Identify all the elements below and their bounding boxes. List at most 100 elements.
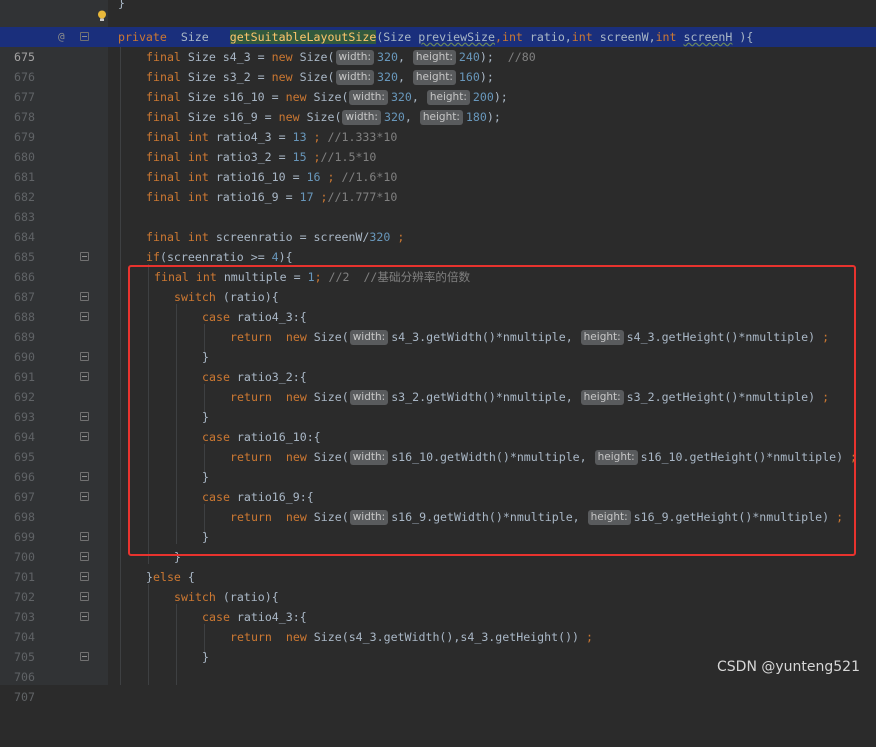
code-line[interactable]: 685 final int screenratio = screenW/320 … (0, 227, 876, 264)
fold-icon[interactable] (80, 292, 89, 301)
code-line[interactable]: 692 case ratio3_2:{ (0, 367, 876, 404)
code-text: final Size s16_9 = new Size(width: 320, h… (146, 110, 501, 125)
code-text: case ratio16_9:{ (202, 490, 314, 504)
param-hint: width: (335, 70, 374, 85)
code-line[interactable]: 704 case ratio4_3:{ (0, 607, 876, 644)
line-number: 707 (14, 690, 35, 704)
code-line[interactable]: 681 final int ratio3_2 = 15 ;//1.5*10 (0, 147, 876, 184)
param-hint: width: (335, 50, 374, 65)
param-hint: height: (419, 110, 463, 125)
param-hint: width: (349, 450, 389, 465)
code-line[interactable]: 676 final Size s4_3 = new Size(width: 320… (0, 47, 876, 84)
code-line[interactable]: 694 } (0, 407, 876, 444)
code-line[interactable]: 691 } (0, 347, 876, 384)
code-text: final Size s16_10 = new Size(width: 320, … (146, 90, 508, 105)
param-hint: height: (412, 50, 456, 65)
code-line[interactable]: 695 case ratio16_10:{ (0, 427, 876, 464)
fold-icon[interactable] (80, 252, 89, 261)
code-text: } (202, 350, 209, 364)
code-text: final int screenratio = screenW/320 ; (146, 230, 405, 244)
code-text: final int ratio3_2 = 15 ;//1.5*10 (146, 150, 377, 164)
code-line[interactable]: 697 } (0, 467, 876, 504)
param-hint: height: (426, 90, 470, 105)
code-line[interactable]: 684 (0, 207, 876, 244)
code-line[interactable]: 678 final Size s16_10 = new Size(width: 3… (0, 87, 876, 124)
code-line-current[interactable]: 675 @ private Size getSuitableLayoutSize… (0, 27, 876, 64)
fold-icon[interactable] (80, 492, 89, 501)
code-text: return new Size(width: s16_9.getWidth()*n… (230, 510, 844, 525)
code-line[interactable]: 700 } (0, 527, 876, 564)
param-hint: height: (580, 330, 624, 345)
code-line[interactable]: 687 final int nmultiple = 1; //2 //基础分辨率… (0, 267, 876, 304)
fold-icon[interactable] (80, 312, 89, 321)
fold-icon[interactable] (80, 432, 89, 441)
code-text: final Size s4_3 = new Size(width: 320, he… (146, 50, 536, 65)
code-text: case ratio16_10:{ (202, 430, 321, 444)
code-text: switch (ratio){ (174, 290, 279, 304)
code-text: case ratio4_3:{ (202, 610, 307, 624)
fold-icon[interactable] (80, 372, 89, 381)
code-line[interactable]: 698 case ratio16_9:{ (0, 487, 876, 524)
fold-icon[interactable] (80, 552, 89, 561)
fold-icon[interactable] (80, 352, 89, 361)
code-line[interactable]: 705 return new Size(s4_3.getWidth(),s4_3… (0, 627, 876, 664)
code-text: if(screenratio >= 4){ (146, 250, 293, 264)
param-hint: width: (349, 90, 388, 105)
fold-icon[interactable] (80, 32, 89, 41)
param-hint: height: (412, 70, 456, 85)
code-line[interactable]: 688 switch (ratio){ (0, 287, 876, 324)
code-text: } (202, 470, 209, 484)
fold-icon[interactable] (80, 572, 89, 581)
param-hint: height: (594, 450, 638, 465)
fold-icon[interactable] (80, 412, 89, 421)
param-hint: width: (349, 510, 389, 525)
code-text: private Size getSuitableLayoutSize(Size … (118, 30, 754, 44)
param-hint: height: (580, 390, 624, 405)
watermark: CSDN @yunteng521 (717, 659, 860, 675)
code-line[interactable]: 682 final int ratio16_10 = 16 ; //1.6*10 (0, 167, 876, 204)
code-text: final int ratio16_9 = 17 ;//1.777*10 (146, 190, 398, 204)
code-line[interactable]: 690 return new Size(width: s4_3.getWidth(… (0, 327, 876, 364)
fold-icon[interactable] (80, 652, 89, 661)
at-icon[interactable]: @ (58, 27, 65, 47)
code-text: final int ratio16_10 = 16 ; //1.6*10 (146, 170, 398, 184)
fold-icon[interactable] (80, 592, 89, 601)
code-text: return new Size(width: s4_3.getWidth()*nm… (230, 330, 830, 345)
code-line[interactable]: 674 (0, 8, 876, 45)
code-line[interactable]: 686 if(screenratio >= 4){ (0, 247, 876, 284)
code-line[interactable]: 693 return new Size(width: s3_2.getWidth(… (0, 387, 876, 424)
code-text: case ratio3_2:{ (202, 370, 307, 384)
fold-icon[interactable] (80, 612, 89, 621)
code-line[interactable]: 703 switch (ratio){ (0, 587, 876, 624)
code-text: switch (ratio){ (174, 590, 279, 604)
code-text: }else { (146, 570, 195, 584)
method-name: getSuitableLayoutSize (229, 30, 377, 44)
fold-icon[interactable] (80, 532, 89, 541)
code-line[interactable]: 702 }else { (0, 567, 876, 604)
param-hint: width: (349, 330, 389, 345)
code-text: } (202, 530, 209, 544)
code-line[interactable]: 680 final int ratio4_3 = 13 ; //1.333*10 (0, 127, 876, 164)
code-text: case ratio4_3:{ (202, 310, 307, 324)
code-text: return new Size(width: s3_2.getWidth()*nm… (230, 390, 830, 405)
code-line[interactable]: 689 case ratio4_3:{ (0, 307, 876, 344)
code-text: final int nmultiple = 1; //2 //基础分辨率的倍数 (154, 270, 471, 284)
code-line[interactable]: 696 return new Size(width: s16_10.getWidt… (0, 447, 876, 484)
code-text: } (202, 650, 209, 664)
fold-icon[interactable] (80, 472, 89, 481)
code-line[interactable]: 677 final Size s3_2 = new Size(width: 320… (0, 67, 876, 104)
param-hint: height: (587, 510, 631, 525)
code-line[interactable]: 679 final Size s16_9 = new Size(width: 32… (0, 107, 876, 144)
code-editor[interactable]: } 674 675 @ private Size getSuitableLayo… (0, 0, 876, 704)
code-text: } (174, 550, 181, 564)
code-text: return new Size(width: s16_10.getWidth()*… (230, 450, 858, 465)
code-text: final int ratio4_3 = 13 ; //1.333*10 (146, 130, 398, 144)
code-text: } (202, 410, 209, 424)
param-hint: width: (342, 110, 381, 125)
code-line[interactable]: 699 return new Size(width: s16_9.getWidth… (0, 507, 876, 544)
code-line[interactable]: 683 final int ratio16_9 = 17 ;//1.777*10 (0, 187, 876, 224)
param-hint: width: (349, 390, 389, 405)
code-line[interactable]: 701 } (0, 547, 876, 584)
code-text: final Size s3_2 = new Size(width: 320, he… (146, 70, 494, 85)
code-text: return new Size(s4_3.getWidth(),s4_3.get… (230, 630, 593, 644)
